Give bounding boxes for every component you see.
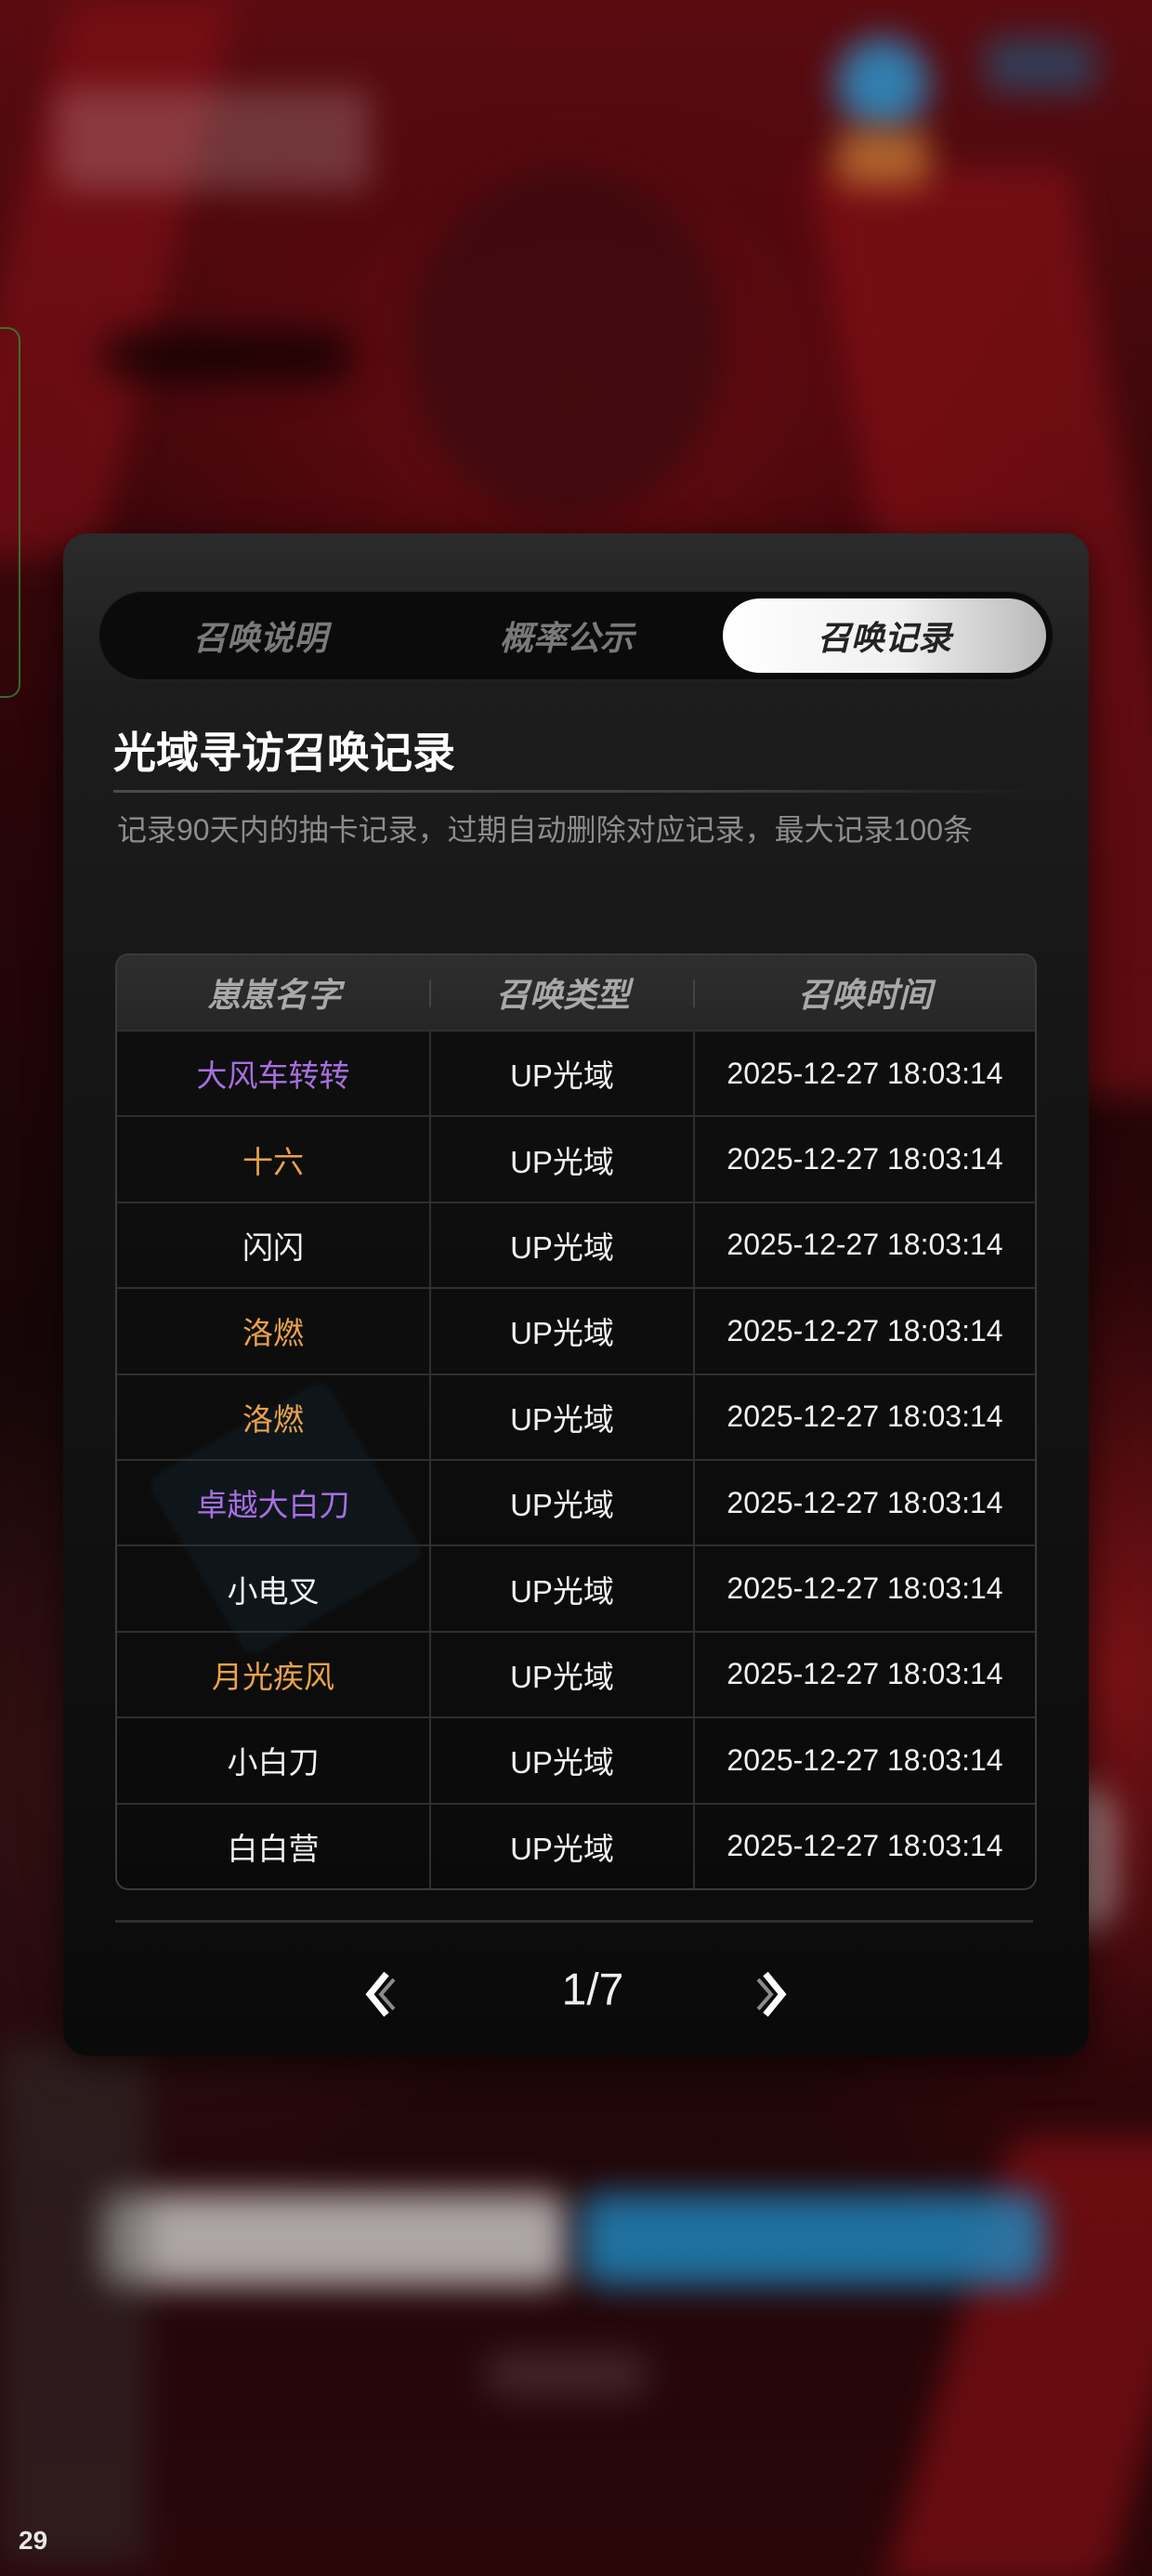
cell-type: UP光域 — [431, 1374, 695, 1459]
next-page-button[interactable] — [753, 1966, 793, 2022]
cell-name: 白白营 — [117, 1804, 431, 1888]
cell-type: UP光域 — [431, 1546, 695, 1631]
cell-name: 月光疾风 — [117, 1632, 431, 1717]
cell-time: 2025-12-27 18:03:14 — [727, 1142, 1003, 1176]
table-body: 大风车转转 UP光域 2025-12-27 18:03:14 十六 UP光域 2025-1… — [117, 1030, 1035, 1888]
column-header-type: 召唤类型 — [431, 955, 695, 1030]
tab-summon-description[interactable]: 召唤说明 — [98, 598, 422, 673]
page-indicator: 1/7 — [561, 1965, 624, 2015]
cell-time: 2025-12-27 18:03:14 — [727, 1571, 1003, 1606]
footer-divider — [115, 1920, 1033, 1923]
cell-time: 2025-12-27 18:03:14 — [727, 1742, 1003, 1777]
cell-type: UP光域 — [431, 1804, 695, 1888]
cell-time: 2025-12-27 18:03:14 — [727, 1829, 1003, 1863]
cell-time: 2025-12-27 18:03:14 — [727, 1228, 1003, 1262]
cell-type: UP光域 — [431, 1632, 695, 1717]
table-row: 洛燃 UP光域 2025-12-27 18:03:14 — [117, 1287, 1035, 1373]
table-row: 小电叉 UP光域 2025-12-27 18:03:14 — [117, 1544, 1035, 1631]
table-row: 十六 UP光域 2025-12-27 18:03:14 — [117, 1115, 1035, 1202]
side-panel-edge — [0, 327, 20, 698]
tab-summon-records[interactable]: 召唤记录 — [723, 598, 1046, 673]
table-header: 崽崽名字 召唤类型 召唤时间 — [117, 955, 1035, 1030]
table-row: 洛燃 UP光域 2025-12-27 18:03:14 — [117, 1373, 1035, 1459]
table-row: 小白刀 UP光域 2025-12-27 18:03:14 — [117, 1716, 1035, 1803]
records-table: 崽崽名字 召唤类型 召唤时间 大风车转转 UP光域 2025-12-27 18:03… — [115, 953, 1037, 1890]
cell-time: 2025-12-27 18:03:14 — [727, 1056, 1003, 1090]
cell-name: 洛燃 — [117, 1289, 431, 1373]
cell-type: UP光域 — [431, 1289, 695, 1373]
table-row: 卓越大白刀 UP光域 2025-12-27 18:03:14 — [117, 1458, 1035, 1545]
cell-type: UP光域 — [431, 1032, 695, 1116]
table-row: 白白营 UP光域 2025-12-27 18:03:14 — [117, 1802, 1035, 1888]
cell-time: 2025-12-27 18:03:14 — [727, 1485, 1003, 1519]
cell-time: 2025-12-27 18:03:14 — [727, 1400, 1003, 1434]
tab-bar: 召唤说明 概率公示 召唤记录 — [98, 591, 1054, 680]
cell-name: 洛燃 — [117, 1374, 431, 1459]
cell-name: 小白刀 — [117, 1718, 431, 1803]
column-header-time: 召唤时间 — [797, 976, 932, 1014]
cell-name: 大风车转转 — [117, 1032, 431, 1116]
cell-type: UP光域 — [431, 1718, 695, 1803]
tab-probability[interactable]: 概率公示 — [405, 598, 728, 673]
chevron-right-icon — [756, 1971, 787, 2017]
cell-type: UP光域 — [431, 1117, 695, 1202]
page-title: 光域寻访召唤记录 — [113, 729, 455, 777]
title-divider — [113, 790, 1042, 793]
column-header-name: 崽崽名字 — [117, 955, 431, 1030]
cell-name: 闪闪 — [117, 1203, 431, 1288]
cell-type: UP光域 — [431, 1460, 695, 1545]
cell-time: 2025-12-27 18:03:14 — [727, 1657, 1003, 1691]
table-row: 大风车转转 UP光域 2025-12-27 18:03:14 — [117, 1030, 1035, 1116]
summon-dialog: 召唤说明 概率公示 召唤记录 光域寻访召唤记录 记录90天内的抽卡记录，过期自动… — [63, 533, 1089, 2056]
table-row: 闪闪 UP光域 2025-12-27 18:03:14 — [117, 1201, 1035, 1288]
cell-name: 十六 — [117, 1117, 431, 1202]
chevron-left-icon — [365, 1971, 396, 2017]
cell-type: UP光域 — [431, 1203, 695, 1288]
record-note: 记录90天内的抽卡记录，过期自动删除对应记录，最大记录100条 — [117, 813, 973, 847]
cell-time: 2025-12-27 18:03:14 — [727, 1313, 1003, 1347]
previous-page-button[interactable] — [359, 1966, 399, 2022]
cell-name: 小电叉 — [117, 1546, 431, 1631]
corner-number: 29 — [19, 2526, 48, 2555]
cell-name: 卓越大白刀 — [117, 1460, 431, 1545]
table-row: 月光疾风 UP光域 2025-12-27 18:03:14 — [117, 1630, 1035, 1717]
